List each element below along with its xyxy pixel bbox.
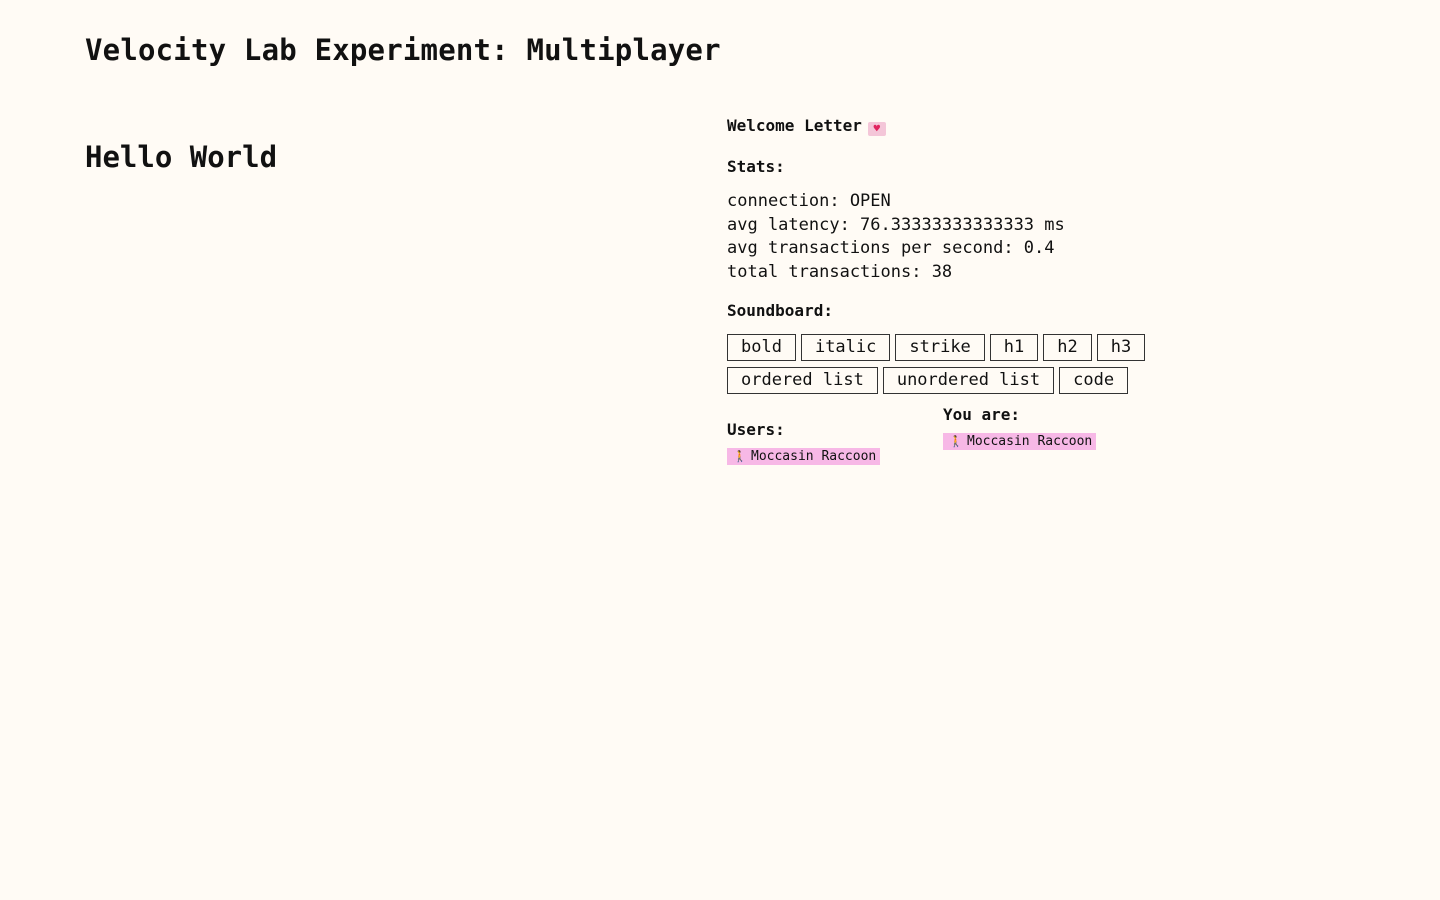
welcome-letter-link[interactable]: Welcome Letter ♥ (727, 115, 1197, 137)
unordered-list-button[interactable]: unordered list (882, 367, 1055, 394)
document-editor[interactable]: Hello World (85, 140, 685, 700)
welcome-letter-label: Welcome Letter (727, 116, 862, 135)
editor-heading[interactable]: Hello World (85, 140, 685, 174)
stats-panel: connection: OPEN avg latency: 76.3333333… (727, 190, 1197, 284)
person-walking-icon: 🚶 (733, 450, 747, 463)
users-label: Users: (727, 420, 785, 439)
user-name: Moccasin Raccoon (751, 449, 877, 464)
stat-connection: connection: OPEN (727, 191, 891, 211)
h2-button[interactable]: h2 (1043, 334, 1092, 361)
stat-avg-latency: avg latency: 76.33333333333333 ms (727, 214, 1065, 235)
page-title: Velocity Lab Experiment: Multiplayer (85, 33, 721, 67)
current-user-name: Moccasin Raccoon (967, 434, 1093, 449)
ordered-list-button[interactable]: ordered list (727, 367, 878, 394)
current-user-badge: 🚶 Moccasin Raccoon (943, 433, 1097, 450)
users-list: Users: 🚶 Moccasin Raccoon (727, 420, 881, 465)
h1-button[interactable]: h1 (989, 334, 1039, 361)
h3-button[interactable]: h3 (1096, 334, 1146, 361)
you-are-label: You are: (943, 405, 1021, 424)
current-user: You are: 🚶 Moccasin Raccoon (943, 405, 1097, 450)
stat-total-transactions: total transactions: 38 (727, 261, 953, 282)
bold-button[interactable]: bold (727, 334, 796, 361)
user-badge: 🚶 Moccasin Raccoon (727, 448, 881, 465)
soundboard-label: Soundboard: (727, 301, 833, 320)
code-button[interactable]: code (1059, 367, 1129, 394)
presence-section: Users: 🚶 Moccasin Raccoon You are: 🚶 Mocca… (727, 402, 1197, 472)
stat-avg-tps: avg transactions per second: 0.4 (727, 238, 1055, 258)
sidebar: Welcome Letter ♥ Stats: connection: OPEN … (727, 115, 1197, 472)
soundboard: bold italic strike h1 h2 h3 ordered list… (727, 334, 1167, 394)
love-letter-icon: ♥ (867, 122, 886, 136)
stats-label: Stats: (727, 157, 785, 176)
person-walking-icon: 🚶 (949, 435, 963, 448)
italic-button[interactable]: italic (800, 334, 891, 361)
strike-button[interactable]: strike (895, 334, 985, 361)
